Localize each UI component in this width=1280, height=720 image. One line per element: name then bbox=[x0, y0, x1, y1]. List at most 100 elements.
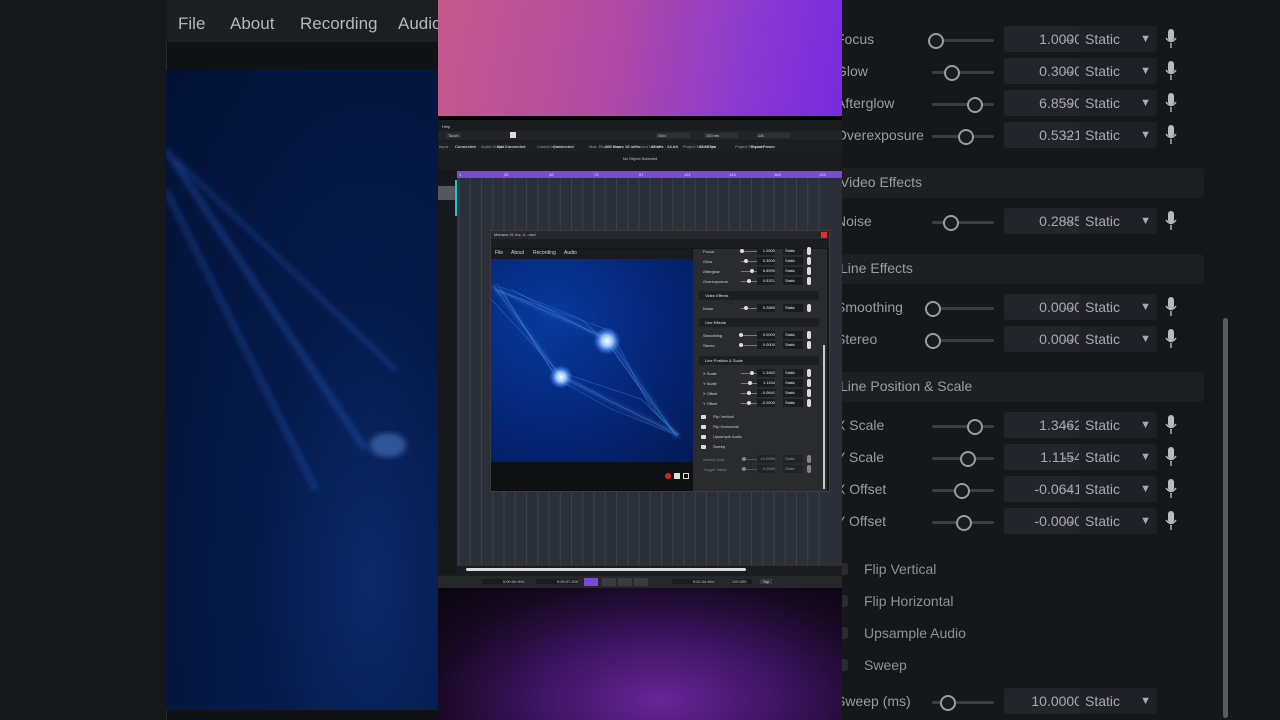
slider-knob[interactable] bbox=[943, 65, 960, 81]
mic-icon[interactable] bbox=[807, 379, 811, 387]
mode-select-x-scale[interactable]: Static ▼ bbox=[1079, 412, 1157, 438]
panel-mode-overexposure[interactable]: Static bbox=[783, 277, 803, 285]
snap-select[interactable]: 1/8 bbox=[756, 133, 790, 138]
transport-record-button[interactable] bbox=[634, 578, 648, 586]
slider-knob[interactable] bbox=[940, 695, 956, 711]
panel-mode-afterglow[interactable]: Static bbox=[783, 267, 803, 275]
menu-audio[interactable]: Audio bbox=[564, 250, 577, 256]
menu-help[interactable]: Help bbox=[442, 124, 450, 129]
stop-button[interactable] bbox=[602, 578, 616, 586]
mic-icon[interactable] bbox=[807, 277, 811, 285]
panel-value-noise[interactable]: 0.2885 bbox=[757, 304, 775, 312]
slider-knob[interactable] bbox=[746, 391, 751, 395]
link-arrows-icon[interactable]: ↔ bbox=[1060, 480, 1076, 498]
slider-noise[interactable] bbox=[932, 215, 994, 231]
checkbox-box[interactable] bbox=[701, 435, 706, 439]
panel-mode-smoothing[interactable]: Static bbox=[783, 331, 803, 339]
slider-knob[interactable] bbox=[954, 483, 971, 499]
mode-select-overexposure[interactable]: Static ▼ bbox=[1079, 122, 1157, 148]
link-arrows-icon[interactable]: ↔ bbox=[1060, 330, 1076, 348]
timeline-ruler[interactable]: 1 25 49 73 97 121 145 169 193 bbox=[457, 171, 842, 178]
mic-icon[interactable] bbox=[807, 455, 811, 463]
slider-knob[interactable] bbox=[956, 515, 972, 531]
panel-mode-y-offset[interactable]: Static bbox=[783, 399, 803, 407]
mode-select-sweep-ms[interactable]: Static ▼ bbox=[1079, 688, 1157, 714]
panel-slider-y-offset[interactable] bbox=[741, 401, 757, 405]
link-arrows-icon[interactable]: ↔ bbox=[1060, 62, 1076, 80]
mic-icon[interactable] bbox=[1164, 446, 1178, 468]
panel-slider-afterglow[interactable] bbox=[741, 269, 757, 273]
link-arrows-icon[interactable]: ↔ bbox=[1060, 212, 1076, 230]
slider-x-scale[interactable] bbox=[932, 419, 994, 435]
link-arrows-icon[interactable]: ↔ bbox=[1060, 30, 1076, 48]
checkbox-box[interactable] bbox=[842, 595, 848, 607]
checkbox-box[interactable] bbox=[701, 415, 706, 419]
slider-sweep-ms[interactable] bbox=[932, 695, 994, 711]
panel-mode-trigger-value[interactable]: Static bbox=[783, 465, 803, 473]
tap-tempo-button[interactable]: Tap bbox=[760, 579, 772, 584]
mic-icon[interactable] bbox=[807, 465, 811, 473]
loop-button[interactable] bbox=[584, 578, 598, 586]
slider-knob[interactable] bbox=[966, 419, 983, 435]
panel-mode-noise[interactable]: Static bbox=[783, 304, 803, 312]
slider-knob[interactable] bbox=[742, 457, 747, 461]
panel-mode-y-scale[interactable]: Static bbox=[783, 379, 803, 387]
link-arrows-icon[interactable]: ↔ bbox=[1060, 298, 1076, 316]
mode-select-noise[interactable]: Static ▼ bbox=[1079, 208, 1157, 234]
link-arrows-icon[interactable]: ↔ bbox=[1060, 126, 1076, 144]
panel-value-x-offset[interactable]: -0.0641 bbox=[757, 389, 775, 397]
panel-mode-glow[interactable]: Static bbox=[783, 257, 803, 265]
mic-icon[interactable] bbox=[1164, 92, 1178, 114]
range-start[interactable]: 0:00:00.000 bbox=[482, 579, 524, 584]
panel-mode-x-offset[interactable]: Static bbox=[783, 389, 803, 397]
slider-smoothing[interactable] bbox=[925, 301, 994, 317]
record-button[interactable] bbox=[665, 473, 671, 479]
link-arrows-icon[interactable]: ↔ bbox=[1060, 94, 1076, 112]
panel-value-smoothing[interactable]: 0.0000 bbox=[757, 331, 775, 339]
slider-knob[interactable] bbox=[739, 333, 743, 337]
panel-mode-sweep-ms[interactable]: Static bbox=[783, 455, 803, 463]
slider-knob[interactable] bbox=[743, 259, 748, 263]
checkbox-upsample-audio[interactable]: Upsample Audio bbox=[842, 622, 1136, 646]
mode-select-smoothing[interactable]: Static ▼ bbox=[1079, 294, 1157, 320]
slider-overexposure[interactable] bbox=[932, 129, 994, 145]
mic-icon[interactable] bbox=[807, 257, 811, 265]
slider-knob[interactable] bbox=[925, 333, 941, 349]
panel-value-glow[interactable]: 0.3000 bbox=[757, 257, 775, 265]
mic-icon[interactable] bbox=[1164, 296, 1178, 318]
slider-y-scale[interactable] bbox=[932, 451, 994, 467]
slider-y-offset[interactable] bbox=[932, 515, 994, 531]
checkbox-box[interactable] bbox=[842, 627, 848, 639]
panel-slider-stereo[interactable] bbox=[739, 343, 757, 347]
checkbox-flip-vertical[interactable]: Flip Vertical bbox=[842, 558, 1136, 582]
panel-slider-y-scale[interactable] bbox=[741, 381, 757, 385]
tempo-field[interactable]: 120.000 bbox=[732, 579, 752, 584]
panel-value-x-scale[interactable]: 1.3462 bbox=[757, 369, 775, 377]
slider-glow[interactable] bbox=[932, 65, 994, 81]
slider-stereo[interactable] bbox=[925, 333, 994, 349]
checkbox-box[interactable] bbox=[701, 425, 706, 429]
link-arrows-icon[interactable]: ↔ bbox=[1060, 448, 1076, 466]
playhead-position[interactable]: 0:02:44.654 bbox=[672, 579, 714, 584]
panel-slider-x-scale[interactable] bbox=[741, 371, 757, 375]
slider-knob[interactable] bbox=[739, 249, 744, 253]
slider-knob[interactable] bbox=[942, 215, 959, 231]
panel-slider-noise[interactable] bbox=[741, 306, 757, 310]
mic-icon[interactable] bbox=[1164, 414, 1178, 436]
slider-x-offset[interactable] bbox=[932, 483, 994, 499]
close-icon[interactable] bbox=[821, 232, 827, 238]
mode-select-stereo[interactable]: Static ▼ bbox=[1079, 326, 1157, 352]
mic-icon[interactable] bbox=[1164, 210, 1178, 232]
link-arrows-icon[interactable]: ↔ bbox=[1060, 416, 1076, 434]
slider-knob[interactable] bbox=[925, 301, 941, 317]
slider-knob[interactable] bbox=[747, 401, 751, 405]
panel-slider-sweep-ms[interactable] bbox=[741, 457, 757, 461]
slider-knob[interactable] bbox=[967, 97, 984, 113]
checkbox-box[interactable] bbox=[842, 563, 848, 575]
mode-select-y-offset[interactable]: Static ▼ bbox=[1079, 508, 1157, 534]
panel-value-afterglow[interactable]: 6.8590 bbox=[757, 267, 775, 275]
panel-slider-x-offset[interactable] bbox=[741, 391, 757, 395]
mic-icon[interactable] bbox=[1164, 328, 1178, 350]
slider-knob[interactable] bbox=[957, 129, 974, 145]
range-end[interactable]: 0:05:07.200 bbox=[536, 579, 578, 584]
